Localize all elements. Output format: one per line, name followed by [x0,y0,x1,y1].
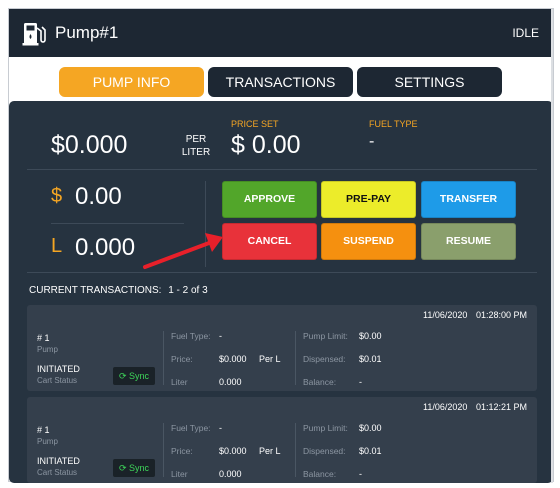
cart-status: INITIATED [37,456,80,466]
pump-number: # 1 [37,425,50,435]
unit-price: $0.000 [51,131,128,159]
fuel-type-label: Fuel Type: [171,423,211,433]
transaction-date: 11/06/2020 [423,310,468,320]
card-divider [163,331,164,385]
price-label: Price: [171,446,193,456]
balance-value: - [359,469,362,479]
amount-divider [51,223,184,224]
scrollbar[interactable] [551,9,553,483]
fuel-type-label: FUEL TYPE [369,119,418,129]
balance-label: Balance: [303,377,337,387]
money-prefix: $ [51,185,63,207]
price-value: $0.000 [219,354,247,364]
card-divider [295,331,296,385]
amount-divider-vertical [205,181,206,267]
pump-status: IDLE [512,26,539,40]
liter-label: Liter [171,377,188,387]
transaction-card[interactable]: 11/06/2020 01:12:21 PM # 1 Pump INITIATE… [27,397,537,483]
per-liter-line1: PER [185,134,207,145]
per-liter-line2: LITER [181,147,211,158]
price-set-label: PRICE SET [231,119,279,129]
price-set-value: $ 0.00 [231,131,301,159]
sync-button[interactable]: ⟳ Sync [113,459,155,477]
card-divider [295,423,296,477]
balance-label: Balance: [303,469,337,479]
fuel-type-label: Fuel Type: [171,331,211,341]
price-unit: Per L [259,354,281,364]
section-divider [27,272,537,273]
per-liter-label: PER LITER [181,133,211,159]
pump-number: # 1 [37,333,50,343]
pump-limit-label: Pump Limit: [303,331,348,341]
liter-value: 0.000 [75,234,136,261]
transaction-date: 11/06/2020 [423,402,468,412]
sync-button[interactable]: ⟳ Sync [113,367,155,385]
current-transactions-range: 1 - 2 of 3 [168,285,208,296]
fuel-pump-icon [22,23,46,46]
cancel-button[interactable]: CANCEL [222,223,317,260]
pump-limit-label: Pump Limit: [303,423,348,433]
pump-header: Pump#1 IDLE [9,9,553,57]
suspend-button[interactable]: SUSPEND [321,223,416,260]
sync-label: Sync [129,371,150,381]
pump-number-label: Pump [37,437,58,446]
refresh-icon: ⟳ [118,463,127,473]
fuel-type-value: - [219,423,222,433]
dispensed-value: $0.01 [359,446,382,456]
price-label: Price: [171,354,193,364]
liter-value: 0.000 [219,469,242,479]
resume-button[interactable]: RESUME [421,223,516,260]
dispensed-label: Dispensed: [303,446,346,456]
sync-label: Sync [129,463,150,473]
liter-value: 0.000 [219,377,242,387]
tab-pump-info[interactable]: PUMP INFO [59,67,204,97]
transfer-button[interactable]: TRANSFER [421,181,516,218]
tab-transactions[interactable]: TRANSACTIONS [208,67,353,97]
fuel-type-value: - [369,133,375,150]
liter-label: Liter [171,469,188,479]
card-divider [163,423,164,477]
fuel-type-value: - [219,331,222,341]
price-value: $0.000 [219,446,247,456]
pump-window: Pump#1 IDLE PUMP INFO TRANSACTIONS SETTI… [8,8,554,483]
current-transactions-header: CURRENT TRANSACTIONS: 1 - 2 of 3 [29,285,208,296]
pump-limit-value: $0.00 [359,331,382,341]
transaction-card[interactable]: 11/06/2020 01:28:00 PM # 1 Pump INITIATE… [27,305,537,391]
pump-info-panel: $0.000 PER LITER PRICE SET $ 0.00 FUEL T… [9,101,553,483]
tab-settings[interactable]: SETTINGS [357,67,502,97]
pump-number-label: Pump [37,345,58,354]
transaction-timestamp: 11/06/2020 01:28:00 PM [423,310,527,320]
money-value: 0.00 [75,183,122,210]
refresh-icon: ⟳ [118,371,127,381]
cart-status: INITIATED [37,364,80,374]
approve-button[interactable]: APPROVE [222,181,317,218]
pump-title: Pump#1 [55,23,119,42]
cart-status-label: Cart Status [37,468,78,477]
liter-prefix: L [51,235,63,257]
prepay-button[interactable]: PRE-PAY [321,181,416,218]
dispensed-value: $0.01 [359,354,382,364]
dispensed-label: Dispensed: [303,354,346,364]
transaction-time: 01:28:00 PM [475,310,527,320]
current-transactions-label: CURRENT TRANSACTIONS: [29,285,162,296]
divider [27,169,537,170]
cart-status-label: Cart Status [37,376,78,385]
price-unit: Per L [259,446,281,456]
balance-value: - [359,377,362,387]
pump-limit-value: $0.00 [359,423,382,433]
transaction-timestamp: 11/06/2020 01:12:21 PM [423,402,527,412]
transaction-time: 01:12:21 PM [475,402,527,412]
